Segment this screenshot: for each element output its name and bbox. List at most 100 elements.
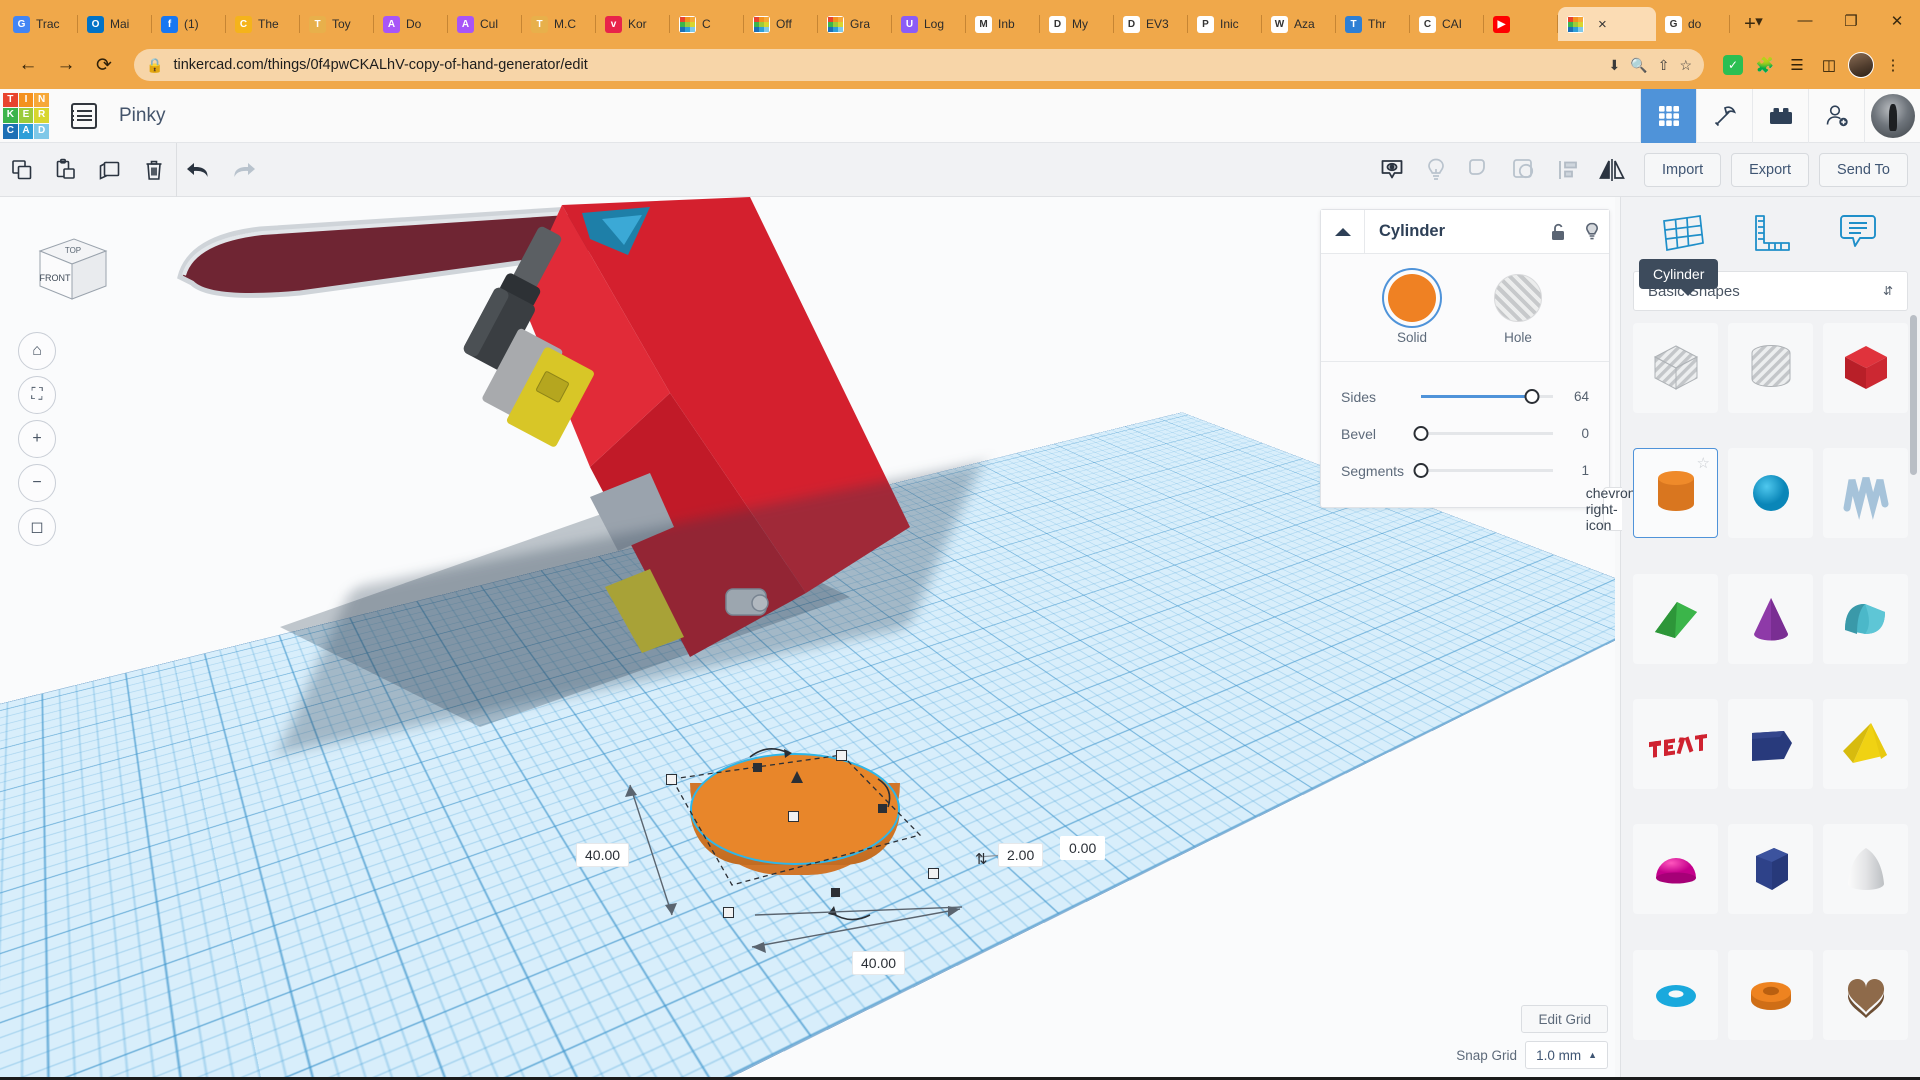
- snap-grid-dropdown[interactable]: 1.0 mm ▲: [1525, 1041, 1608, 1069]
- home-view-icon[interactable]: ⌂: [18, 332, 56, 370]
- browser-tab-15[interactable]: DEV3: [1114, 7, 1188, 41]
- extensions-puzzle-icon[interactable]: 🧩: [1750, 50, 1780, 80]
- note-icon[interactable]: [1830, 209, 1886, 257]
- duplicate-icon[interactable]: [88, 143, 132, 197]
- blue-hexprism-shape[interactable]: [1728, 824, 1813, 914]
- lego-brick-icon[interactable]: [1752, 89, 1808, 143]
- height-dimension-label[interactable]: 2.00: [998, 843, 1043, 867]
- browser-tab-20[interactable]: ▶: [1484, 7, 1558, 41]
- browser-tab-6[interactable]: ACul: [448, 7, 522, 41]
- white-paraboloid-shape[interactable]: [1823, 824, 1908, 914]
- browser-tab-8[interactable]: vKor: [596, 7, 670, 41]
- sides-value[interactable]: 64: [1561, 389, 1589, 404]
- panel-collapse-toggle[interactable]: chevron-right-icon: [1603, 487, 1622, 531]
- browser-tab-19[interactable]: CCAI: [1410, 7, 1484, 41]
- browser-tab-11[interactable]: Gra: [818, 7, 892, 41]
- share-icon[interactable]: ⇧: [1658, 57, 1670, 74]
- segments-slider[interactable]: [1421, 464, 1553, 478]
- browser-tab-21[interactable]: ×: [1558, 7, 1656, 41]
- user-avatar[interactable]: [1864, 89, 1920, 143]
- hole-option[interactable]: Hole: [1494, 274, 1542, 345]
- browser-tab-3[interactable]: CThe: [226, 7, 300, 41]
- download-icon[interactable]: ⬇: [1609, 57, 1621, 74]
- browser-tab-1[interactable]: OMai: [78, 7, 152, 41]
- shapes-scrollbar[interactable]: [1910, 315, 1917, 475]
- sides-slider[interactable]: [1421, 390, 1553, 404]
- browser-tab-17[interactable]: WAza: [1262, 7, 1336, 41]
- orthographic-view-icon[interactable]: ◻: [18, 508, 56, 546]
- blue-sphere-shape[interactable]: [1728, 448, 1813, 538]
- browser-tab-14[interactable]: DMy: [1040, 7, 1114, 41]
- pickaxe-minecraft-icon[interactable]: [1696, 89, 1752, 143]
- copy-icon[interactable]: [0, 143, 44, 197]
- import-button[interactable]: Import: [1644, 153, 1721, 187]
- group-icon[interactable]: [1458, 143, 1502, 197]
- ungroup-icon[interactable]: [1502, 143, 1546, 197]
- project-list-icon[interactable]: [71, 103, 97, 129]
- teal-roof-shape[interactable]: [1823, 574, 1908, 664]
- sidebar-icon[interactable]: ◫: [1814, 50, 1844, 80]
- delete-trash-icon[interactable]: [132, 143, 176, 197]
- redo-icon[interactable]: [221, 143, 265, 197]
- paste-icon[interactable]: [44, 143, 88, 197]
- orange-tube-shape[interactable]: [1728, 950, 1813, 1040]
- purple-cone-shape[interactable]: [1728, 574, 1813, 664]
- browser-tab-12[interactable]: ULog: [892, 7, 966, 41]
- height-arrow-icon[interactable]: ⇅: [975, 850, 988, 868]
- favorite-star-icon[interactable]: ☆: [1697, 454, 1710, 472]
- browser-tab-13[interactable]: MInb: [966, 7, 1040, 41]
- chevron-up-icon[interactable]: [1321, 210, 1365, 254]
- reading-list-icon[interactable]: ☰: [1782, 50, 1812, 80]
- magenta-dome-shape[interactable]: [1633, 824, 1718, 914]
- red-text-shape[interactable]: [1633, 699, 1718, 789]
- browser-tab-2[interactable]: f(1): [152, 7, 226, 41]
- tinkercad-logo[interactable]: TINKERCAD: [3, 93, 49, 139]
- forward-button[interactable]: →: [50, 49, 82, 81]
- tab-search-icon[interactable]: ▾: [1736, 0, 1782, 41]
- browser-tab-4[interactable]: TToy: [300, 7, 374, 41]
- unlocked-padlock-icon[interactable]: [1541, 222, 1575, 242]
- blocks-grid-icon[interactable]: [1640, 89, 1696, 143]
- reload-button[interactable]: ⟳: [88, 49, 120, 81]
- bevel-slider[interactable]: [1421, 427, 1553, 441]
- yellow-pyramid-shape[interactable]: [1823, 699, 1908, 789]
- search-icon[interactable]: 🔍: [1630, 57, 1647, 74]
- browser-tab-9[interactable]: C: [670, 7, 744, 41]
- bevel-value[interactable]: 0: [1561, 426, 1589, 441]
- red-box-shape[interactable]: [1823, 323, 1908, 413]
- ruler-icon[interactable]: [1742, 209, 1798, 257]
- back-button[interactable]: ←: [12, 49, 44, 81]
- view-cube[interactable]: TOP FRONT: [22, 229, 114, 315]
- solid-swatch[interactable]: [1388, 274, 1436, 322]
- box-hole-shape[interactable]: [1633, 323, 1718, 413]
- segments-value[interactable]: 1: [1561, 463, 1589, 478]
- bookmark-star-icon[interactable]: ☆: [1679, 57, 1692, 74]
- lightbulb-icon[interactable]: [1575, 222, 1609, 242]
- grammarly-icon[interactable]: ✓: [1718, 50, 1748, 80]
- cylinder-hole-shape[interactable]: [1728, 323, 1813, 413]
- browser-tab-16[interactable]: PInic: [1188, 7, 1262, 41]
- minimize-button[interactable]: —: [1782, 0, 1828, 41]
- green-wedge-shape[interactable]: [1633, 574, 1718, 664]
- brown-heart-shape[interactable]: [1823, 950, 1908, 1040]
- maximize-button[interactable]: ❐: [1828, 0, 1874, 41]
- orange-cylinder-shape[interactable]: ☆: [1633, 448, 1718, 538]
- depth-dimension-label[interactable]: 40.00: [576, 843, 629, 867]
- mirror-icon[interactable]: [1590, 143, 1634, 197]
- navy-polygon-shape[interactable]: [1728, 699, 1813, 789]
- hole-swatch[interactable]: [1494, 274, 1542, 322]
- profile-avatar[interactable]: [1846, 50, 1876, 80]
- export-button[interactable]: Export: [1731, 153, 1809, 187]
- edit-grid-button[interactable]: Edit Grid: [1521, 1005, 1608, 1033]
- browser-menu-icon[interactable]: ⋮: [1878, 50, 1908, 80]
- add-person-icon[interactable]: [1808, 89, 1864, 143]
- zoom-in-icon[interactable]: +: [18, 420, 56, 458]
- browser-tab-22[interactable]: Gdo: [1656, 7, 1730, 41]
- browser-tab-0[interactable]: GTrac: [4, 7, 78, 41]
- address-bar[interactable]: 🔒 tinkercad.com/things/0f4pwCKALhV-copy-…: [134, 49, 1704, 81]
- scribble-shape[interactable]: [1823, 448, 1908, 538]
- z-offset-dimension-label[interactable]: 0.00: [1060, 836, 1105, 860]
- browser-tab-7[interactable]: TM.C: [522, 7, 596, 41]
- browser-tab-10[interactable]: Off: [744, 7, 818, 41]
- blue-torus-shape[interactable]: [1633, 950, 1718, 1040]
